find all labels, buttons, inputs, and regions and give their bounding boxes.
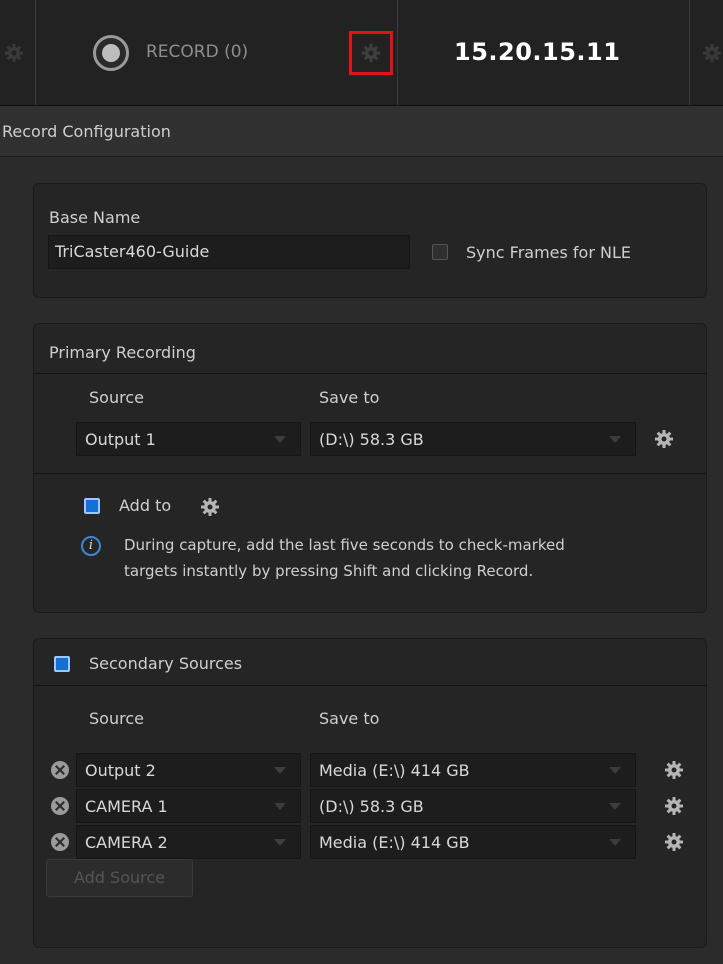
record-label: RECORD (0) — [146, 42, 249, 62]
record-config-button[interactable] — [349, 31, 393, 75]
record-configuration-header: Record Configuration — [0, 106, 723, 157]
gear-icon[interactable] — [664, 760, 684, 780]
record-icon — [102, 44, 120, 62]
divider — [34, 685, 706, 686]
secondary-save-to-dropdown[interactable]: Media (E:\) 414 GB — [310, 753, 636, 787]
primary-recording-panel: Primary Recording Source Save to Output … — [33, 323, 707, 613]
panel-title: Record Configuration — [2, 122, 171, 141]
secondary-save-to-value: Media (E:\) 414 GB — [319, 761, 470, 780]
chevron-down-icon — [274, 839, 286, 846]
secondary-sources-panel: Secondary Sources Source Save to Output … — [33, 638, 707, 948]
secondary-source-value: Output 2 — [85, 761, 156, 780]
add-to-checkbox[interactable] — [84, 498, 100, 514]
secondary-sources-checkbox[interactable] — [54, 656, 70, 672]
secondary-save-to-value: (D:\) 58.3 GB — [319, 797, 424, 816]
gear-icon[interactable] — [664, 796, 684, 816]
add-source-button[interactable]: Add Source — [46, 859, 193, 897]
info-text-line2: targets instantly by pressing Shift and … — [124, 562, 534, 580]
info-icon: i — [81, 536, 101, 556]
secondary-source-value: CAMERA 1 — [85, 797, 168, 816]
gear-icon[interactable] — [4, 43, 24, 63]
toolbar-divider — [397, 0, 398, 105]
chevron-down-icon — [609, 767, 621, 774]
base-name-input[interactable]: TriCaster460-Guide — [48, 235, 410, 269]
info-text-line1: During capture, add the last five second… — [124, 536, 565, 554]
secondary-save-to-value: Media (E:\) 414 GB — [319, 833, 470, 852]
chevron-down-icon — [274, 803, 286, 810]
chevron-down-icon — [609, 803, 621, 810]
primary-save-to-dropdown[interactable]: (D:\) 58.3 GB — [310, 422, 636, 456]
chevron-down-icon — [274, 436, 286, 443]
chevron-down-icon — [274, 767, 286, 774]
chevron-down-icon — [609, 436, 621, 443]
save-to-header: Save to — [319, 388, 380, 407]
source-header: Source — [89, 388, 144, 407]
gear-icon[interactable] — [654, 429, 674, 449]
remove-source-icon[interactable] — [51, 797, 69, 815]
gear-icon[interactable] — [200, 497, 220, 517]
chevron-down-icon — [609, 839, 621, 846]
save-to-header: Save to — [319, 709, 380, 728]
top-toolbar: RECORD (0) 15.20.15.11 — [0, 0, 723, 106]
sync-frames-label: Sync Frames for NLE — [466, 243, 631, 262]
primary-source-dropdown[interactable]: Output 1 — [76, 422, 301, 456]
divider — [34, 473, 706, 474]
toolbar-divider — [689, 0, 690, 105]
secondary-source-dropdown[interactable]: CAMERA 1 — [76, 789, 301, 823]
source-header: Source — [89, 709, 144, 728]
primary-save-to-value: (D:\) 58.3 GB — [319, 430, 424, 449]
remove-source-icon[interactable] — [51, 833, 69, 851]
secondary-source-dropdown[interactable]: CAMERA 2 — [76, 825, 301, 859]
base-name-label: Base Name — [49, 208, 141, 227]
secondary-save-to-dropdown[interactable]: Media (E:\) 414 GB — [310, 825, 636, 859]
base-name-panel: Base Name TriCaster460-Guide Sync Frames… — [33, 183, 707, 298]
record-button[interactable] — [93, 35, 129, 71]
gear-icon[interactable] — [702, 43, 722, 63]
divider — [34, 373, 706, 374]
add-to-label: Add to — [119, 496, 172, 515]
gear-icon[interactable] — [664, 832, 684, 852]
secondary-source-value: CAMERA 2 — [85, 833, 168, 852]
primary-source-value: Output 1 — [85, 430, 156, 449]
remove-source-icon[interactable] — [51, 761, 69, 779]
timecode-display: 15.20.15.11 — [454, 38, 621, 66]
primary-recording-title: Primary Recording — [49, 343, 196, 362]
toolbar-divider — [35, 0, 36, 105]
secondary-sources-title: Secondary Sources — [89, 654, 243, 673]
sync-frames-checkbox[interactable] — [432, 244, 448, 260]
secondary-save-to-dropdown[interactable]: (D:\) 58.3 GB — [310, 789, 636, 823]
gear-icon — [362, 44, 380, 62]
secondary-source-dropdown[interactable]: Output 2 — [76, 753, 301, 787]
